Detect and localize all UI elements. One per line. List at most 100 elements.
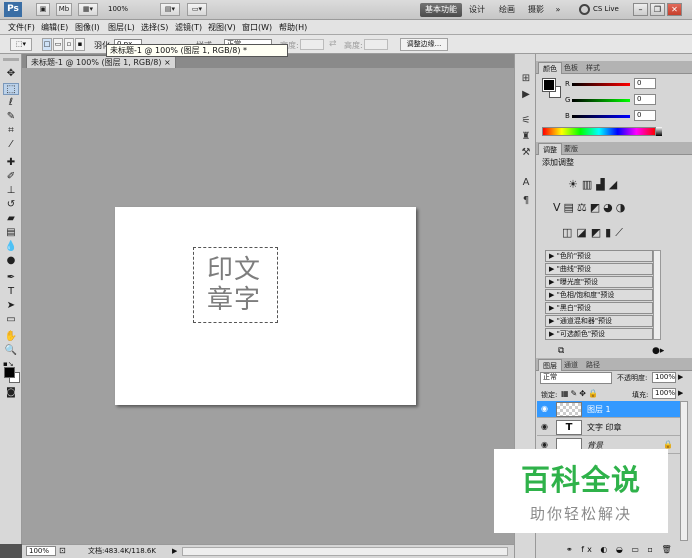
tool-presets-panel-icon[interactable]: ⚒: [519, 146, 533, 160]
paragraph-panel-icon[interactable]: ¶: [519, 194, 533, 208]
move-tool-icon[interactable]: ✥: [3, 68, 19, 80]
lasso-tool-icon[interactable]: ℓ: [3, 97, 19, 109]
quick-mask-icon[interactable]: ◙: [3, 387, 19, 399]
pen-tool-icon[interactable]: ✒: [3, 272, 19, 284]
preset-black-white[interactable]: ▶ "黑白"预设: [545, 302, 653, 314]
tab-paths[interactable]: 路径: [582, 359, 604, 371]
menu-image[interactable]: 图像(I): [75, 21, 100, 34]
bridge-button[interactable]: ▣: [36, 3, 50, 16]
eye-icon[interactable]: ◉: [541, 422, 551, 432]
path-selection-tool-icon[interactable]: ➤: [3, 300, 19, 312]
color-spectrum-bar[interactable]: [542, 127, 656, 136]
menu-edit[interactable]: 编辑(E): [41, 21, 68, 34]
layer-row-text[interactable]: ◉ T 文字 印章: [537, 419, 687, 436]
marquee-tool-icon[interactable]: ⬚: [3, 83, 19, 95]
layers-scrollbar[interactable]: [680, 401, 688, 541]
intersect-selection-icon[interactable]: ▪: [75, 38, 85, 51]
cs-live-menu[interactable]: CS Live: [593, 5, 619, 13]
preset-curves[interactable]: ▶ "曲线"预设: [545, 263, 653, 275]
workspace-essentials[interactable]: 基本功能: [420, 3, 462, 17]
dodge-tool-icon[interactable]: ●: [3, 255, 19, 267]
adjustment-icons-row2[interactable]: V▤⚖◩◕◑: [553, 201, 628, 214]
menu-window[interactable]: 窗口(W): [242, 21, 272, 34]
blue-value-input[interactable]: 0: [634, 110, 656, 121]
layers-footer-icons[interactable]: ⚭ fx ◐ ◒ ▭ ▫ 🗑: [566, 545, 675, 554]
opacity-input[interactable]: 100%: [652, 372, 676, 383]
arrange-documents-button[interactable]: ▤▾: [160, 3, 180, 16]
history-brush-tool-icon[interactable]: ↺: [3, 199, 19, 211]
blur-tool-icon[interactable]: 💧: [3, 241, 19, 253]
menu-help[interactable]: 帮助(H): [279, 21, 307, 34]
height-input[interactable]: [364, 39, 388, 50]
adjustment-icons-row3[interactable]: ◫◪◩▮⟋: [562, 226, 627, 240]
tab-styles[interactable]: 样式: [582, 62, 604, 74]
fill-slider-arrow[interactable]: ▶: [678, 389, 683, 397]
crop-tool-icon[interactable]: ⌗: [3, 125, 19, 137]
layer-row-layer1[interactable]: ◉ 图层 1: [537, 401, 687, 418]
blue-slider[interactable]: [572, 115, 630, 118]
status-zoom-field[interactable]: 100%: [26, 546, 56, 556]
clone-source-panel-icon[interactable]: ♜: [519, 130, 533, 144]
menu-filter[interactable]: 滤镜(T): [175, 21, 202, 34]
foreground-color-swatch[interactable]: [4, 367, 15, 378]
screen-mode-button[interactable]: ▭▾: [187, 3, 207, 16]
status-menu-arrow[interactable]: ▶: [172, 546, 177, 557]
actions-panel-icon[interactable]: ▶: [519, 88, 533, 102]
mini-bridge-button[interactable]: Mb: [56, 3, 72, 16]
width-input[interactable]: [300, 39, 324, 50]
green-slider[interactable]: [572, 99, 630, 102]
restore-button[interactable]: ❐: [650, 3, 665, 16]
tab-layers[interactable]: 图层: [538, 359, 562, 371]
red-slider[interactable]: [572, 83, 630, 86]
presets-scrollbar[interactable]: [653, 250, 661, 340]
fill-input[interactable]: 100%: [652, 388, 676, 399]
stamp-selection[interactable]: 印文 章字: [193, 247, 278, 323]
extras-menu-button[interactable]: ▦▾: [78, 3, 98, 16]
red-value-input[interactable]: 0: [634, 78, 656, 89]
opacity-slider-arrow[interactable]: ▶: [678, 373, 683, 381]
tool-preset-picker[interactable]: ⬚▾: [10, 38, 32, 51]
panel-options-icon[interactable]: ●▸: [652, 346, 664, 356]
menu-file[interactable]: 文件(F): [8, 21, 35, 34]
character-panel-icon[interactable]: A: [519, 176, 533, 190]
zoom-tool-icon[interactable]: 🔍: [3, 345, 19, 357]
workspace-design[interactable]: 设计: [466, 3, 488, 17]
horizontal-scrollbar[interactable]: [182, 547, 508, 556]
preset-exposure[interactable]: ▶ "曝光度"预设: [545, 276, 653, 288]
refine-edge-button[interactable]: 调整边缘...: [400, 38, 448, 51]
tab-adjustments[interactable]: 调整: [538, 143, 562, 155]
history-panel-icon[interactable]: ⊞: [519, 72, 533, 86]
new-selection-icon[interactable]: □: [42, 38, 52, 51]
hand-tool-icon[interactable]: ✋: [3, 331, 19, 343]
adjustment-icons-row1[interactable]: ☀▥▟◢: [568, 178, 621, 191]
preset-levels[interactable]: ▶ "色阶"预设: [545, 250, 653, 262]
brush-tool-icon[interactable]: ✐: [3, 171, 19, 183]
adjustment-layer-icon[interactable]: ⧉: [558, 346, 564, 356]
preset-channel-mixer[interactable]: ▶ "通道混和器"预设: [545, 315, 653, 327]
green-value-input[interactable]: 0: [634, 94, 656, 105]
eye-icon[interactable]: ◉: [541, 404, 551, 414]
type-tool-icon[interactable]: T: [3, 286, 19, 298]
close-tab-icon[interactable]: ×: [164, 58, 171, 67]
brush-presets-panel-icon[interactable]: ⚟: [519, 114, 533, 128]
preset-selective-color[interactable]: ▶ "可选颜色"预设: [545, 328, 653, 340]
zoom-level-menu[interactable]: 100%: [108, 5, 128, 13]
tab-color[interactable]: 颜色: [538, 62, 562, 74]
lock-options-icons[interactable]: ▦✎✥🔒: [561, 389, 600, 398]
black-white-ramp[interactable]: [656, 127, 662, 136]
status-info-icon[interactable]: ⊡: [59, 546, 66, 555]
gradient-tool-icon[interactable]: ▤: [3, 227, 19, 239]
workspace-more-button[interactable]: »: [551, 3, 565, 17]
clone-stamp-tool-icon[interactable]: ⊥: [3, 185, 19, 197]
eyedropper-tool-icon[interactable]: ⁄: [3, 139, 19, 151]
close-button[interactable]: ✕: [667, 3, 682, 16]
preset-hue-saturation[interactable]: ▶ "色相/饱和度"预设: [545, 289, 653, 301]
tab-channels[interactable]: 通道: [560, 359, 582, 371]
quick-selection-tool-icon[interactable]: ✎: [3, 111, 19, 123]
workspace-painting[interactable]: 绘画: [494, 3, 520, 17]
tab-masks[interactable]: 蒙版: [560, 143, 582, 155]
shape-tool-icon[interactable]: ▭: [3, 314, 19, 326]
color-panel-foreground-swatch[interactable]: [542, 78, 556, 92]
tab-swatches[interactable]: 色板: [560, 62, 582, 74]
eraser-tool-icon[interactable]: ▰: [3, 213, 19, 225]
